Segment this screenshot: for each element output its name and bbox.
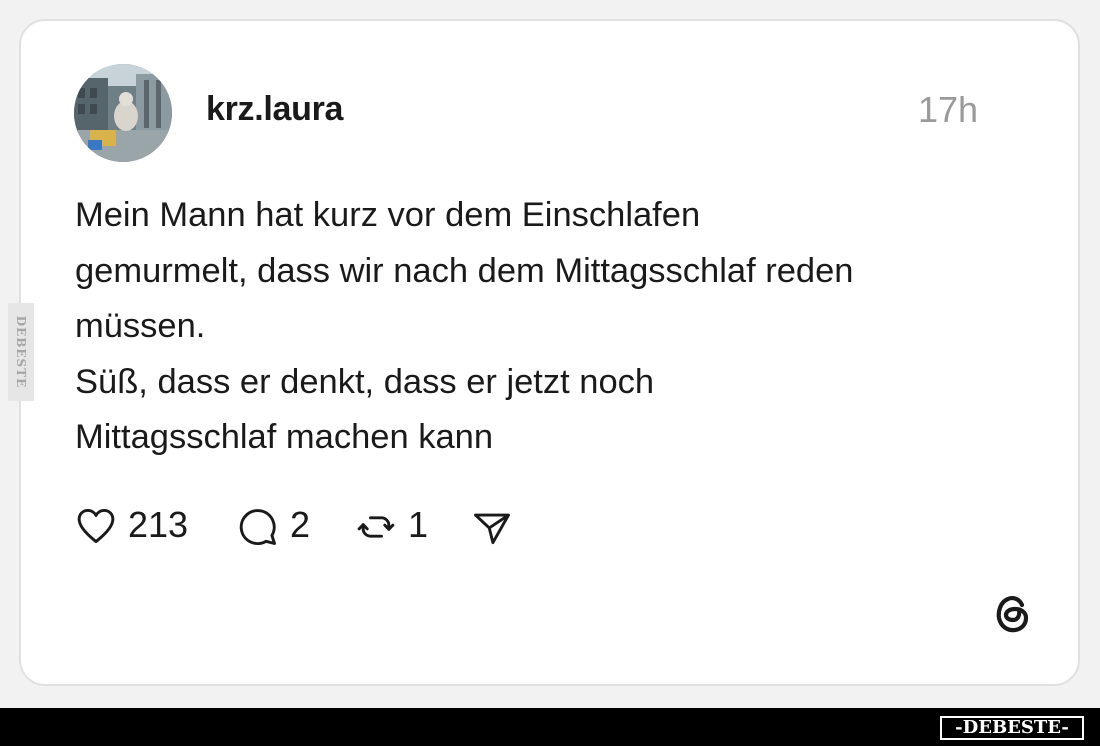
brand-badge: -DEBESTE-	[940, 716, 1084, 740]
threads-logo[interactable]	[988, 588, 1038, 643]
side-watermark-text: DEBESTE	[14, 315, 28, 389]
send-icon	[474, 513, 510, 545]
post-text-line: Süß, dass er denkt, dass er jetzt noch	[75, 362, 655, 401]
post-text-line: Mittagsschlaf machen kann	[75, 418, 494, 456]
like-count: 213	[128, 504, 189, 545]
post-text-line: müssen.	[75, 307, 206, 345]
threads-logo-icon	[996, 596, 1029, 633]
post-text-line: Mein Mann hat kurz vor dem Einschlafen	[75, 196, 701, 234]
like-button[interactable]: 213	[74, 502, 196, 548]
heart-icon	[77, 508, 115, 544]
reply-count: 2	[290, 504, 311, 545]
post-text-line: gemurmelt, dass wir nach dem Mittagsschl…	[75, 251, 854, 290]
repost-count: 1	[408, 504, 429, 545]
side-watermark: DEBESTE	[8, 303, 34, 401]
repost-button[interactable]: 1	[354, 502, 434, 548]
comment-icon	[239, 509, 276, 546]
post-text: Mein Mann hat kurz vor dem Einschlafen g…	[75, 188, 1035, 466]
reply-button[interactable]: 2	[236, 502, 316, 548]
footer-bar: -DEBESTE-	[0, 708, 1100, 746]
repost-icon	[357, 516, 395, 538]
profile-photo-icon	[74, 64, 172, 162]
avatar[interactable]	[74, 64, 172, 162]
post-timestamp: 17h	[918, 89, 979, 130]
username[interactable]: krz.laura	[206, 90, 343, 129]
share-button[interactable]	[470, 502, 518, 548]
